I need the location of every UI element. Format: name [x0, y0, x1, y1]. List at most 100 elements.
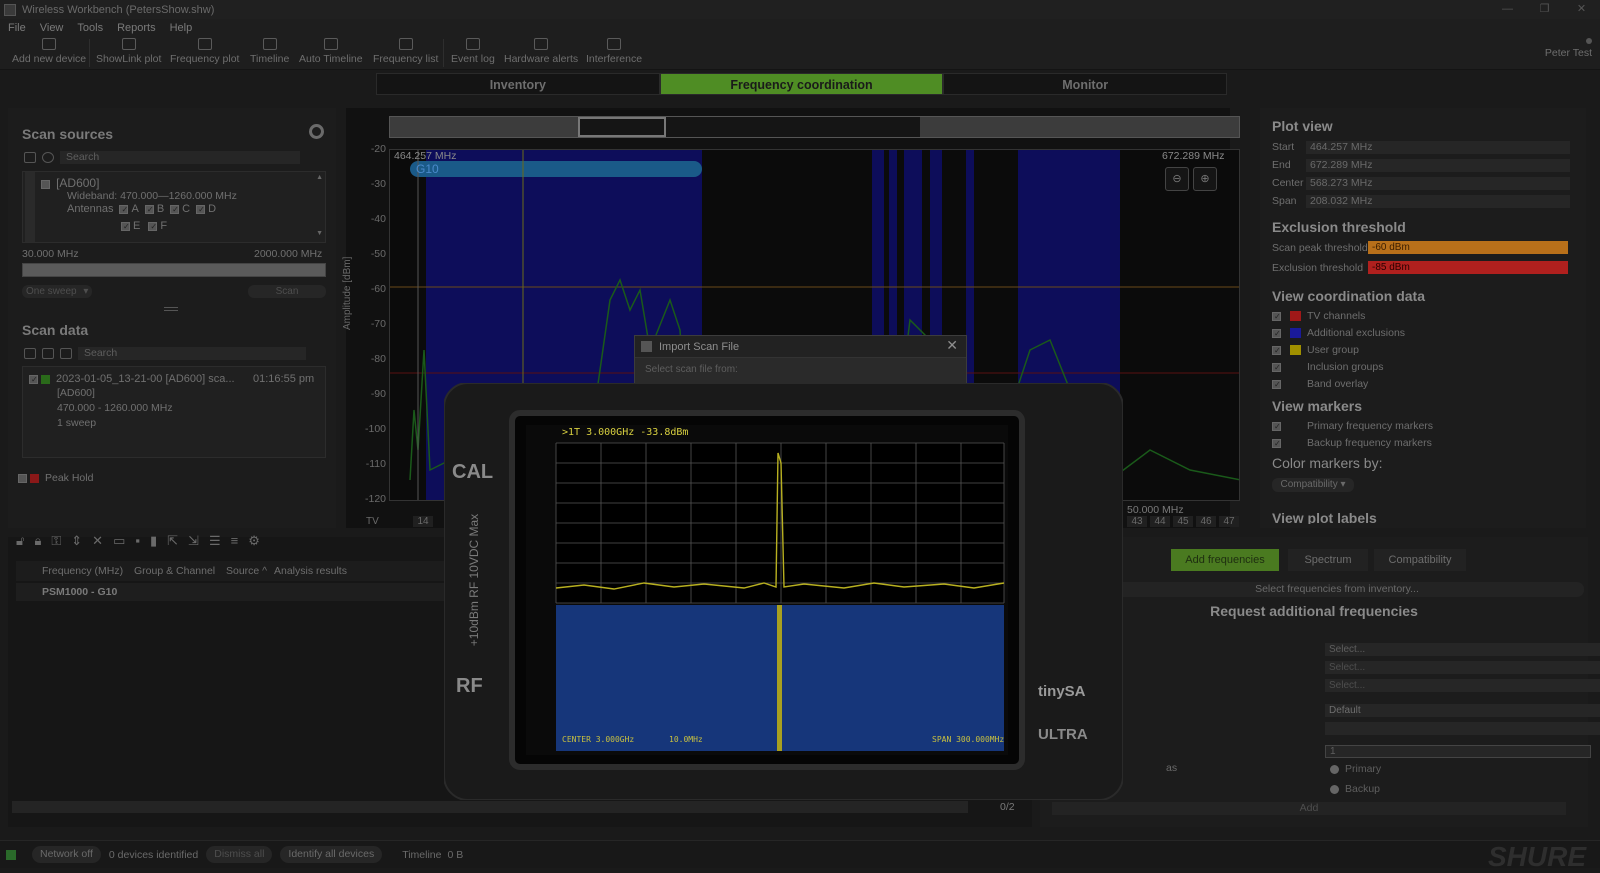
zoom-out-icon[interactable]: ⊖ [1165, 167, 1189, 191]
scan-data-title: Scan data [22, 322, 89, 338]
plot-span-field[interactable]: 208.032 MHz [1306, 195, 1570, 208]
scan-peak-threshold-field[interactable]: -60 dBm [1368, 241, 1568, 254]
import-icon[interactable] [42, 347, 54, 359]
radio-backup[interactable]: Backup [1330, 783, 1380, 795]
filter-icon[interactable] [42, 151, 54, 163]
close-icon[interactable]: ✕ [946, 337, 958, 354]
menu-reports[interactable]: Reports [117, 22, 156, 34]
gear-icon[interactable] [309, 124, 324, 139]
collapse-icon[interactable]: ✕ [92, 533, 103, 549]
menu-tools[interactable]: Tools [77, 22, 103, 34]
wideband-label: Wideband: 470.000—1260.000 MHz [67, 190, 237, 202]
zoom-in-icon[interactable]: ⊕ [1193, 167, 1217, 191]
timeline-button[interactable]: Timeline [250, 38, 289, 65]
additional-exclusions-toggle[interactable]: Additional exclusions [1272, 327, 1405, 339]
tab-frequency-coordination[interactable]: Frequency coordination [659, 73, 944, 95]
tab-inventory[interactable]: Inventory [376, 73, 660, 95]
user-menu[interactable]: Peter Test [1544, 38, 1592, 59]
unlock-icon[interactable]: 🔓︎ [16, 533, 24, 549]
lock-icon[interactable]: 🔒︎ [34, 533, 41, 549]
plot-end-field[interactable]: 672.289 MHz [1306, 159, 1570, 172]
color-markers-select[interactable]: Compatibility ▾ [1272, 478, 1354, 492]
list-view-icon[interactable] [24, 347, 36, 359]
range-slider[interactable] [22, 263, 326, 277]
sweep-select[interactable]: One sweep ▾ [22, 285, 92, 298]
delete-icon[interactable] [60, 347, 72, 359]
menu-help[interactable]: Help [170, 22, 193, 34]
timeline-icon [262, 38, 277, 50]
dismiss-all-button[interactable]: Dismiss all [206, 846, 273, 863]
plot-start-field[interactable]: 464.257 MHz [1306, 141, 1570, 154]
event-log-button[interactable]: Event log [451, 38, 495, 65]
showlink-plot-button[interactable]: ShowLink plot [96, 38, 161, 65]
plot-overview-strip[interactable] [389, 116, 1240, 138]
interference-button[interactable]: Interference [586, 38, 642, 65]
list-icon [398, 38, 413, 50]
tv-channel: 47 [1219, 516, 1239, 527]
filter-icon[interactable]: ≡ [231, 533, 239, 549]
import-icon[interactable]: ⇲ [188, 533, 199, 549]
primary-markers-toggle[interactable]: Primary frequency markers [1272, 420, 1433, 432]
add-new-device-button[interactable]: Add new device [12, 38, 86, 65]
quantity-stepper[interactable]: 1 [1325, 745, 1591, 758]
peak-hold-toggle[interactable]: Peak Hold [18, 472, 93, 484]
source-checkbox[interactable] [41, 179, 50, 189]
overview-window[interactable] [578, 117, 666, 137]
frequency-plot-button[interactable]: Frequency plot [170, 38, 239, 65]
select-field-5[interactable] [1325, 722, 1600, 735]
select-field-3[interactable]: Select... [1325, 679, 1600, 692]
scan-sources-search-input[interactable]: Search [60, 150, 300, 164]
column-group-channel[interactable]: Group & Channel [134, 565, 226, 577]
tab-monitor[interactable]: Monitor [943, 73, 1228, 95]
menu-file[interactable]: File [8, 22, 26, 34]
horizontal-scrollbar[interactable] [12, 801, 968, 813]
hardware-alerts-button[interactable]: Hardware alerts [504, 38, 578, 65]
inclusion-groups-toggle[interactable]: Inclusion groups [1272, 361, 1383, 373]
column-analysis[interactable]: Analysis results [274, 565, 347, 577]
user-icon [1586, 38, 1592, 44]
sort-icon[interactable]: ⇕ [71, 533, 82, 549]
export-icon[interactable]: ⇱ [167, 533, 178, 549]
network-toggle[interactable]: Network off [32, 846, 101, 863]
settings-icon[interactable]: ⚙ [248, 533, 260, 549]
backup-markers-toggle[interactable]: Backup frequency markers [1272, 437, 1432, 449]
delete-icon[interactable]: ▮ [150, 533, 157, 549]
folder-icon[interactable]: ▭ [113, 533, 125, 549]
band-overlay-toggle[interactable]: Band overlay [1272, 378, 1368, 390]
scroll-down-icon[interactable]: ▼ [316, 230, 323, 237]
tab-compatibility[interactable]: Compatibility [1374, 549, 1466, 571]
plot-center-field[interactable]: 568.273 MHz [1306, 177, 1570, 190]
tab-add-frequencies[interactable]: Add frequencies [1171, 549, 1279, 571]
select-from-inventory-button[interactable]: Select frequencies from inventory... [1090, 582, 1584, 597]
auto-timeline-button[interactable]: Auto Timeline [299, 38, 363, 65]
tv-channels-toggle[interactable]: TV channels [1272, 310, 1365, 322]
scan-source-item[interactable]: [AD600] [41, 176, 99, 190]
scan-data-item[interactable]: 2023-01-05_13-21-00 [AD600] sca... [29, 373, 235, 385]
restore-icon[interactable]: ❐ [1526, 0, 1563, 19]
save-icon[interactable]: ▪ [135, 533, 140, 549]
add-button[interactable]: Add [1052, 802, 1566, 815]
user-group-toggle[interactable]: User group [1272, 344, 1359, 356]
column-source[interactable]: Source ^ [226, 565, 274, 577]
scan-color-swatch [41, 374, 50, 384]
splitter-handle[interactable] [164, 307, 178, 311]
menu-view[interactable]: View [40, 22, 64, 34]
lock-settings-icon[interactable]: ⚿ [51, 533, 61, 549]
minimize-icon[interactable]: — [1489, 0, 1526, 19]
report-icon[interactable]: ☰ [209, 533, 221, 549]
scan-button[interactable]: Scan [248, 285, 326, 298]
identify-all-button[interactable]: Identify all devices [280, 846, 383, 863]
select-field-1[interactable]: Select... [1325, 643, 1600, 656]
radio-primary[interactable]: Primary [1330, 763, 1381, 775]
list-view-icon[interactable] [24, 151, 36, 163]
scroll-up-icon[interactable]: ▲ [316, 174, 323, 181]
exclusion-threshold-field[interactable]: -85 dBm [1368, 261, 1568, 274]
frequency-list-button[interactable]: Frequency list [373, 38, 438, 65]
column-frequency[interactable]: Frequency (MHz) [42, 565, 134, 577]
scan-data-checkbox[interactable] [29, 374, 38, 384]
select-field-4[interactable]: Default [1325, 704, 1600, 717]
close-window-icon[interactable]: ✕ [1563, 0, 1600, 19]
scan-data-search-input[interactable]: Search [78, 346, 306, 360]
tab-spectrum[interactable]: Spectrum [1288, 549, 1368, 571]
select-field-2[interactable]: Select... [1325, 661, 1600, 674]
